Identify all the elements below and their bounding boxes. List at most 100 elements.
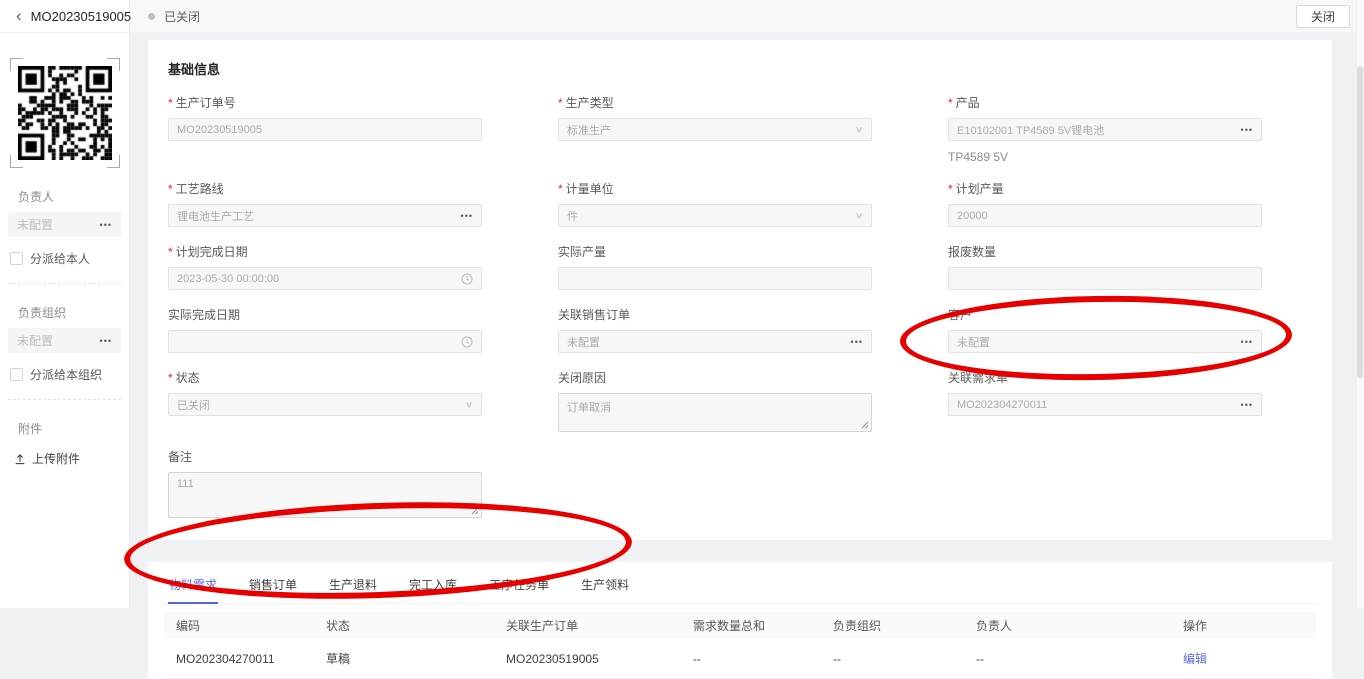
close-button[interactable]: 关闭	[1295, 4, 1350, 28]
field-production-type: * 生产类型 标准生产 ∨	[558, 94, 872, 164]
assign-to-org-checkbox[interactable]: 分派给本组织	[10, 366, 121, 383]
planned-finish-date-input[interactable]: 2023-05-30 00:00:00	[168, 267, 482, 290]
ellipsis-icon[interactable]: •••	[461, 211, 473, 221]
cell-code: MO202304270011	[164, 639, 314, 679]
checkbox-icon[interactable]	[10, 252, 23, 265]
field-actual-output: 实际产量	[558, 243, 872, 290]
field-label: 计量单位	[565, 182, 614, 196]
scrollbar-thumb[interactable]	[1357, 66, 1363, 378]
qr-code-frame	[9, 58, 120, 168]
field-label: 计划完成日期	[175, 245, 248, 259]
remark-textarea[interactable]: 111	[168, 472, 482, 518]
column-header: 关联生产订单	[494, 612, 681, 639]
upload-attachment-button[interactable]: 上传附件	[14, 450, 129, 467]
resize-handle-icon[interactable]	[861, 421, 869, 429]
process-route-picker[interactable]: 锂电池生产工艺 •••	[168, 204, 482, 227]
section-title: 基础信息	[168, 62, 221, 77]
back-icon[interactable]: ‹	[16, 7, 22, 24]
tab-material-demand[interactable]: 物料需求	[168, 573, 219, 604]
cell-status: 草稿	[314, 639, 494, 679]
assign-to-me-checkbox[interactable]: 分派给本人	[10, 250, 121, 267]
topbar: 已关闭 关闭	[130, 0, 1364, 32]
tab-production-return[interactable]: 生产退料	[328, 573, 378, 603]
scrap-qty-input[interactable]	[948, 267, 1262, 290]
ellipsis-icon[interactable]: •••	[100, 336, 112, 346]
ellipsis-icon[interactable]: •••	[100, 220, 112, 230]
cell-owner: --	[964, 639, 1171, 679]
field-label: 关联需求单	[948, 371, 1009, 385]
cell-org: --	[821, 639, 964, 679]
field-value: 20000	[957, 209, 988, 222]
field-value: 已关闭	[177, 399, 210, 412]
qr-corner-icon	[106, 155, 120, 168]
sidebar: ‹ MO20230519005 负责人 未配置 ••• 分派给本人 负责组织 未…	[0, 0, 131, 608]
ellipsis-icon[interactable]: •••	[851, 337, 863, 347]
resize-handle-icon[interactable]	[471, 507, 479, 515]
actual-finish-date-input[interactable]	[168, 330, 482, 353]
field-label: 实际完成日期	[168, 308, 241, 322]
field-planned-output: * 计划产量 20000	[948, 180, 1262, 227]
tab-sales-order[interactable]: 销售订单	[248, 573, 298, 603]
field-value: 锂电池生产工艺	[177, 210, 254, 223]
field-label: 关联销售订单	[558, 308, 631, 322]
ellipsis-icon[interactable]: •••	[1241, 337, 1253, 347]
production-order-no-input[interactable]: MO20230519005	[168, 118, 482, 141]
related-demand-order-picker[interactable]: MO202304270011 •••	[948, 393, 1262, 416]
qr-corner-icon	[9, 155, 23, 168]
field-label: 实际产量	[558, 245, 607, 259]
tab-process-task[interactable]: 工序任务单	[488, 573, 550, 603]
sidebar-header: ‹ MO20230519005	[0, 0, 131, 33]
divider	[8, 399, 121, 400]
status-badge: 已关闭	[148, 8, 200, 25]
field-process-route: * 工艺路线 锂电池生产工艺 •••	[168, 180, 482, 227]
customer-picker[interactable]: 未配置 •••	[948, 330, 1262, 353]
required-marker: *	[168, 96, 173, 110]
org-picker[interactable]: 未配置 •••	[8, 328, 121, 353]
scrollbar-track[interactable]	[1356, 0, 1364, 608]
org-value: 未配置	[17, 334, 54, 348]
tab-finished-inbound[interactable]: 完工入库	[408, 573, 458, 603]
assign-to-org-label: 分派给本组织	[30, 368, 103, 382]
product-picker[interactable]: E10102001 TP4589 5V锂电池 •••	[948, 118, 1262, 141]
field-label: 关闭原因	[558, 371, 607, 385]
chevron-down-icon: ∨	[854, 125, 863, 135]
field-value: 订单取消	[567, 402, 611, 414]
field-label: 工艺路线	[175, 182, 224, 196]
basic-info-card: 基础信息 * 生产订单号 MO20230519005 * 生产类型 标准生产 ∨ * 产…	[148, 40, 1332, 540]
field-value: 2023-05-30 00:00:00	[177, 272, 280, 285]
tab-production-picking[interactable]: 生产领料	[580, 573, 630, 603]
planned-output-input[interactable]: 20000	[948, 204, 1262, 227]
status-select[interactable]: 已关闭 ∨	[168, 393, 482, 416]
field-label: 产品	[955, 96, 980, 110]
production-type-select[interactable]: 标准生产 ∨	[558, 118, 872, 141]
column-header: 操作	[1171, 612, 1316, 639]
checkbox-icon[interactable]	[10, 368, 23, 381]
qr-code	[17, 66, 112, 160]
field-value: 未配置	[567, 336, 600, 349]
field-label: 备注	[168, 450, 193, 464]
edit-link[interactable]: 编辑	[1183, 652, 1207, 666]
field-label: 报废数量	[948, 245, 997, 259]
field-label: 生产订单号	[175, 96, 236, 110]
actual-output-input[interactable]	[558, 267, 872, 290]
table-row[interactable]: MO202304270011 草稿 MO20230519005 -- -- --…	[164, 639, 1316, 679]
related-sales-order-picker[interactable]: 未配置 •••	[558, 330, 872, 353]
required-marker: *	[948, 96, 953, 110]
content: 基础信息 * 生产订单号 MO20230519005 * 生产类型 标准生产 ∨ * 产…	[130, 32, 1364, 679]
field-customer: 客户 未配置 •••	[948, 306, 1262, 353]
ellipsis-icon[interactable]: •••	[1241, 400, 1253, 410]
field-planned-finish-date: * 计划完成日期 2023-05-30 00:00:00	[168, 243, 482, 290]
field-label: 状态	[175, 371, 200, 385]
field-related-sales-order: 关联销售订单 未配置 •••	[558, 306, 872, 353]
field-value: 件	[567, 210, 578, 223]
product-name-text: TP4589 5V	[948, 150, 1009, 164]
column-header: 需求数量总和	[681, 612, 821, 639]
unit-select[interactable]: 件 ∨	[558, 204, 872, 227]
cell-related-production-order: MO20230519005	[494, 639, 681, 679]
required-marker: *	[558, 182, 563, 196]
close-reason-textarea[interactable]: 订单取消	[558, 393, 872, 432]
field-remark: 备注 111	[168, 448, 482, 518]
owner-picker[interactable]: 未配置 •••	[8, 212, 121, 237]
ellipsis-icon[interactable]: •••	[1241, 125, 1253, 135]
field-label: 生产类型	[565, 96, 614, 110]
